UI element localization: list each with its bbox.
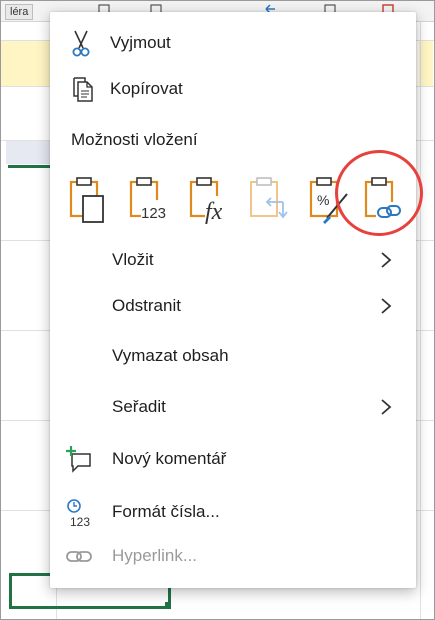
svg-text:123: 123 <box>141 205 166 222</box>
menu-item-label: Vložit <box>112 250 154 269</box>
paste-transpose-button <box>245 172 295 230</box>
menu-item-copy[interactable]: Kopírovat <box>50 67 416 111</box>
number-format-icon: 123 <box>67 499 90 527</box>
paste-button[interactable] <box>65 172 115 230</box>
paste-formulas-button[interactable]: fx <box>185 172 235 230</box>
chevron-right-icon <box>381 252 392 268</box>
highlight-circle <box>335 150 423 236</box>
menu-item-label: Vyjmout <box>110 33 171 52</box>
sheet-cell-underline <box>8 165 54 168</box>
sheet-cell-shaded <box>6 140 54 164</box>
paste-options-title: Možnosti vložení <box>71 130 198 149</box>
menu-item-hyperlink: Hyperlink... <box>50 534 416 578</box>
copy-icon <box>73 77 93 102</box>
link-icon <box>66 551 92 562</box>
fill-handle[interactable] <box>165 602 171 608</box>
chevron-right-icon <box>381 298 392 314</box>
context-menu: Vyjmout Kopírovat Možnosti vložení 123 f… <box>50 12 416 588</box>
menu-item-number-format[interactable]: 123 Formát čísla... <box>50 490 416 534</box>
menu-item-clear-contents[interactable]: Vymazat obsah <box>50 334 416 378</box>
chevron-right-icon <box>381 399 392 415</box>
menu-item-label: Formát čísla... <box>112 502 220 521</box>
menu-item-label: Seřadit <box>112 397 166 416</box>
menu-item-label: Hyperlink... <box>112 546 198 565</box>
sheet-cell-highlight <box>1 40 56 86</box>
menu-item-sort[interactable]: Seřadit <box>50 385 416 429</box>
new-comment-icon <box>66 446 91 473</box>
paste-transpose-icon <box>250 177 288 219</box>
svg-text:%: % <box>317 192 329 208</box>
svg-text:123: 123 <box>70 515 90 527</box>
menu-item-new-comment[interactable]: Nový komentář <box>50 437 416 481</box>
grid-line <box>420 21 421 619</box>
menu-item-label: Nový komentář <box>112 449 227 468</box>
sheet-tab-label[interactable]: léra <box>5 4 34 20</box>
sheet-cell-highlight <box>419 40 433 86</box>
menu-item-cut[interactable]: Vyjmout <box>50 21 416 65</box>
paste-icon <box>69 177 104 223</box>
menu-item-label: Vymazat obsah <box>112 346 229 365</box>
paste-formulas-icon: fx <box>189 177 227 225</box>
menu-item-label: Odstranit <box>112 296 181 315</box>
scissors-icon <box>72 30 90 57</box>
menu-item-label: Kopírovat <box>110 79 183 98</box>
svg-text:fx: fx <box>205 199 223 225</box>
menu-item-insert[interactable]: Vložit <box>50 238 416 282</box>
paste-values-icon: 123 <box>129 177 167 222</box>
menu-item-delete[interactable]: Odstranit <box>50 284 416 328</box>
paste-values-button[interactable]: 123 <box>125 172 175 230</box>
